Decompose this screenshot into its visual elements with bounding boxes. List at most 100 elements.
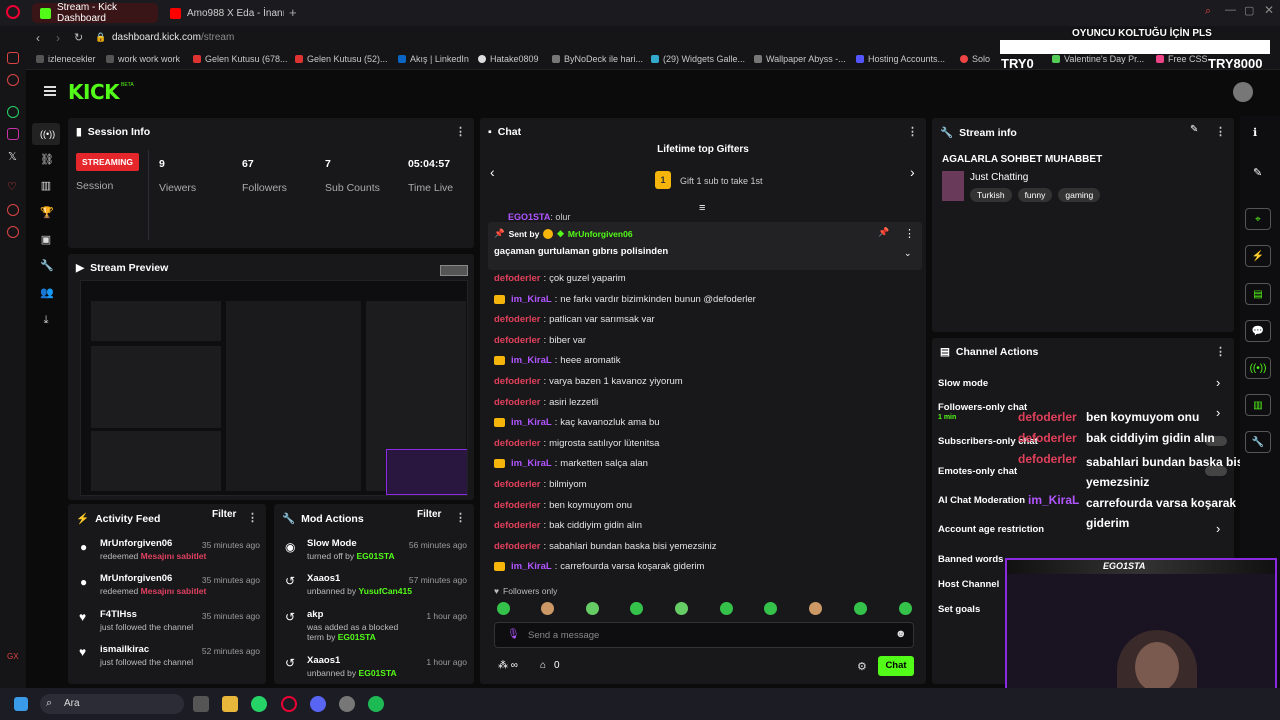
emote-icon[interactable]: [541, 602, 554, 615]
bookmark-item[interactable]: Hosting Accounts...: [856, 54, 945, 64]
bookmark-item[interactable]: Gelen Kutusu (52)...: [295, 54, 388, 64]
next-arrow-icon[interactable]: ›: [910, 164, 915, 180]
more-options-icon[interactable]: ⋮: [455, 511, 466, 524]
bookmark-item[interactable]: Wallpaper Abyss -...: [754, 54, 846, 64]
emote-icon[interactable]: [586, 602, 599, 615]
bookmark-item[interactable]: Solo: [960, 54, 990, 64]
slow-mode-action[interactable]: Slow mode: [938, 378, 988, 389]
send-chat-button[interactable]: Chat: [878, 656, 914, 676]
edit-icon[interactable]: ✎: [1190, 124, 1198, 135]
followers-only-action[interactable]: Followers-only chat: [938, 402, 1027, 413]
back-icon[interactable]: ‹: [36, 31, 40, 45]
url-field[interactable]: dashboard.kick.com /stream: [112, 32, 234, 43]
chat-button[interactable]: 💬: [1245, 320, 1271, 342]
heart-icon[interactable]: ♡: [7, 180, 17, 193]
forward-icon[interactable]: ›: [56, 31, 60, 45]
opera-gx-icon[interactable]: [281, 696, 297, 712]
windows-start-icon[interactable]: [14, 697, 28, 711]
sidebar-icon[interactable]: [7, 52, 19, 64]
chat-username[interactable]: defoderler: [494, 273, 540, 284]
more-options-icon[interactable]: ⋮: [455, 125, 466, 138]
category-thumbnail[interactable]: [942, 171, 964, 201]
chat-username[interactable]: im_KiraL: [511, 355, 552, 366]
emote-icon[interactable]: [675, 602, 688, 615]
banned-words-action[interactable]: Banned words: [938, 554, 1003, 565]
preview-controls[interactable]: [440, 265, 468, 276]
chevron-down-icon[interactable]: ⌄: [904, 248, 912, 259]
collapse-icon[interactable]: ≡: [699, 202, 705, 214]
more-options-icon[interactable]: ⋮: [907, 125, 918, 138]
chat-username[interactable]: im_KiraL: [511, 458, 552, 469]
taskview-icon[interactable]: [193, 696, 209, 712]
bookmark-item[interactable]: Akış | LinkedIn: [398, 54, 469, 64]
close-icon[interactable]: ✕: [1264, 3, 1274, 17]
sidebar-icon[interactable]: [7, 74, 19, 86]
prev-arrow-icon[interactable]: ‹: [490, 164, 495, 180]
file-explorer-icon[interactable]: [222, 696, 238, 712]
bookmark-item[interactable]: ByNoDeck ile hari...: [552, 54, 643, 64]
set-goals-action[interactable]: Set goals: [938, 604, 980, 615]
bookmark-item[interactable]: Hatake0809: [478, 54, 539, 64]
bookmark-item[interactable]: Valentine's Day Pr...: [1052, 54, 1144, 64]
history-icon[interactable]: [7, 204, 19, 216]
chat-users-icon[interactable]: ⁂ ∞: [498, 660, 518, 671]
download-icon[interactable]: ⤓: [40, 314, 52, 326]
chevron-right-icon[interactable]: ›: [1216, 405, 1220, 420]
emote-icon[interactable]: [497, 602, 510, 615]
link-icon[interactable]: ⛓: [40, 154, 54, 166]
x-twitter-icon[interactable]: 𝕏: [8, 150, 17, 163]
mic-icon[interactable]: 🎙: [507, 629, 520, 640]
chat-username[interactable]: defoderler: [494, 335, 540, 346]
emote-icon[interactable]: [720, 602, 733, 615]
layout-button[interactable]: ▥: [1245, 394, 1271, 416]
ai-moderation-action[interactable]: AI Chat Moderation: [938, 495, 1025, 506]
notes-button[interactable]: ▤: [1245, 283, 1271, 305]
media-icon[interactable]: ▣: [40, 234, 52, 246]
bookmark-item[interactable]: work work work: [106, 54, 180, 64]
bookmark-item[interactable]: izlenecekler: [36, 54, 96, 64]
chat-username[interactable]: defoderler: [494, 520, 540, 531]
chat-settings-icon[interactable]: ⚙: [857, 660, 867, 673]
chat-username[interactable]: defoderler: [494, 397, 540, 408]
bookmark-item[interactable]: (29) Widgets Galle...: [651, 54, 745, 64]
analytics-icon[interactable]: ▥: [40, 180, 52, 192]
category-name[interactable]: Just Chatting: [970, 172, 1028, 183]
chat-username[interactable]: defoderler: [494, 438, 540, 449]
menu-icon[interactable]: [44, 86, 56, 96]
chat-username[interactable]: im_KiraL: [511, 294, 552, 305]
broadcast-button[interactable]: ((•)): [1245, 357, 1271, 379]
chat-username[interactable]: defoderler: [494, 314, 540, 325]
emote-icon[interactable]: [854, 602, 867, 615]
tag[interactable]: Turkish: [970, 188, 1012, 202]
filter-button[interactable]: Filter: [417, 509, 441, 520]
edit-icon[interactable]: ✎: [1253, 166, 1262, 179]
unpin-icon[interactable]: 📌: [878, 227, 889, 238]
maximize-icon[interactable]: ▢: [1244, 4, 1254, 17]
clip-button[interactable]: ⌖: [1245, 208, 1271, 230]
chat-username[interactable]: im_KiraL: [511, 417, 552, 428]
discord-icon[interactable]: [310, 696, 326, 712]
quick-action-button[interactable]: ⚡: [1245, 245, 1271, 267]
more-options-icon[interactable]: ⋮: [1215, 345, 1226, 358]
emotes-only-action[interactable]: Emotes-only chat: [938, 466, 1017, 477]
tab-youtube[interactable]: Amo988 X Eda - İnanırım ...: [162, 3, 284, 23]
tools-button[interactable]: 🔧: [1245, 431, 1271, 453]
chat-username[interactable]: im_KiraL: [511, 561, 552, 572]
info-icon[interactable]: ℹ: [1253, 126, 1257, 139]
chevron-right-icon[interactable]: ›: [1216, 375, 1220, 390]
avatar[interactable]: [1233, 82, 1253, 102]
obs-icon[interactable]: [339, 696, 355, 712]
minimize-icon[interactable]: —: [1225, 4, 1236, 16]
pinned-options-icon[interactable]: ⋮: [904, 227, 915, 240]
search-icon[interactable]: ⌕: [1205, 5, 1211, 18]
emote-icon[interactable]: [809, 602, 822, 615]
taskbar-search[interactable]: ⌕ Ara: [40, 694, 184, 714]
points-counter[interactable]: ⌂ 0: [540, 660, 560, 671]
tag[interactable]: gaming: [1058, 188, 1101, 202]
spotify-icon[interactable]: [368, 696, 384, 712]
account-age-action[interactable]: Account age restriction: [938, 524, 1044, 535]
whatsapp-icon[interactable]: [251, 696, 267, 712]
new-tab-icon[interactable]: +: [289, 5, 297, 20]
bookmark-item[interactable]: Gelen Kutusu (678...: [193, 54, 288, 64]
broadcast-icon[interactable]: ((•)): [40, 128, 55, 140]
